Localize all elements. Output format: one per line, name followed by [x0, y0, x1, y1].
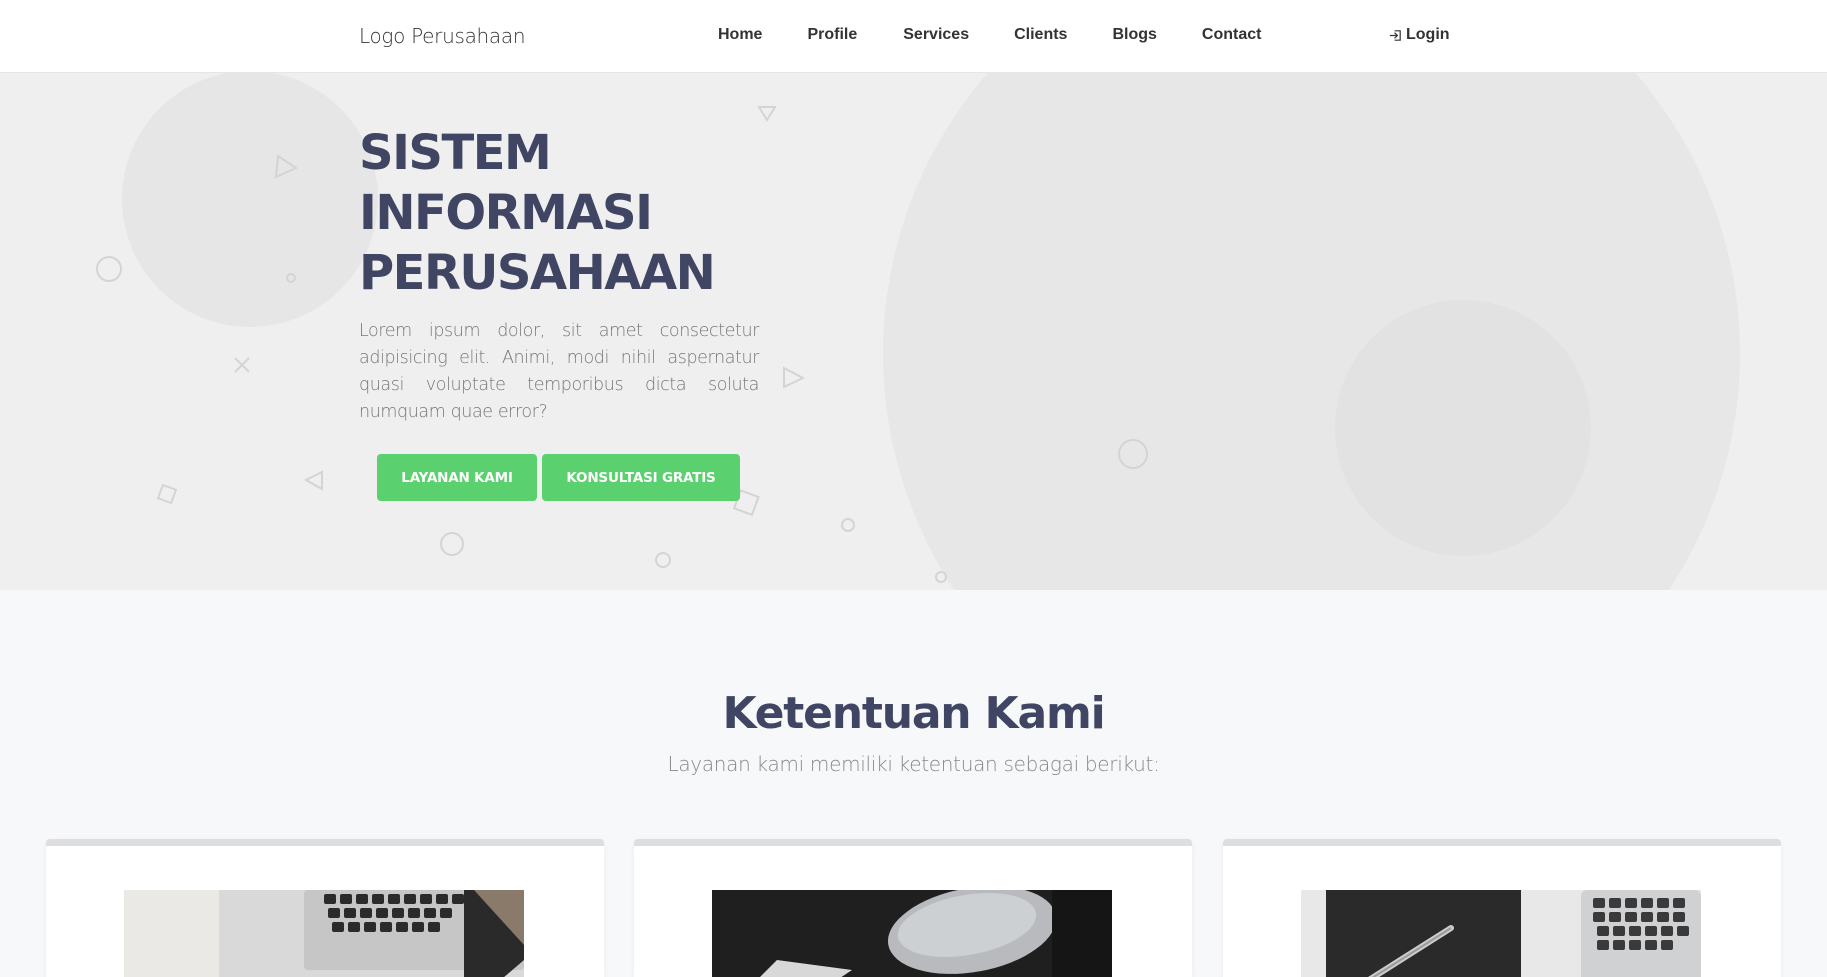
- card-2: [634, 839, 1192, 977]
- ketentuan-section: Ketentuan Kami Layanan kami memiliki ket…: [0, 590, 1827, 977]
- hero-title-line: INFORMASI: [359, 185, 653, 241]
- circle-shape: [841, 518, 855, 532]
- decorative-shapes: [96, 106, 1148, 583]
- circle-shape: [935, 571, 947, 583]
- nav-clients[interactable]: Clients: [1014, 26, 1067, 44]
- circle-shape: [1118, 439, 1148, 469]
- nav-contact[interactable]: Contact: [1202, 26, 1262, 44]
- circle-shape: [655, 552, 671, 568]
- layanan-kami-button[interactable]: LAYANAN KAMI: [377, 454, 537, 501]
- hero-section: SISTEM INFORMASI PERUSAHAAN Lorem ipsum …: [0, 73, 1827, 590]
- keyboard-mouse-image: [712, 890, 1112, 977]
- navbar: Logo Perusahaan Home Profile Services Cl…: [0, 0, 1827, 73]
- notebook-pen-image: [1301, 890, 1701, 977]
- triangle-shape: [274, 154, 299, 179]
- konsultasi-gratis-button[interactable]: KONSULTASI GRATIS: [542, 454, 740, 501]
- nav-home[interactable]: Home: [718, 26, 762, 44]
- circle-shape: [286, 273, 296, 283]
- hero-title: SISTEM INFORMASI PERUSAHAAN: [359, 123, 759, 303]
- brand-logo[interactable]: Logo Perusahaan: [359, 24, 526, 48]
- triangle-shape: [757, 106, 777, 122]
- card-3: [1223, 839, 1781, 977]
- nav-services[interactable]: Services: [903, 26, 969, 44]
- cross-shape: [234, 357, 250, 373]
- nav-blogs[interactable]: Blogs: [1112, 26, 1156, 44]
- login-label: Login: [1406, 26, 1450, 43]
- main-nav: Home Profile Services Clients Blogs Cont…: [718, 26, 1307, 44]
- circle-shape: [96, 256, 122, 282]
- section-title: Ketentuan Kami: [722, 688, 1106, 739]
- square-shape: [156, 483, 178, 505]
- login-icon: [1389, 29, 1401, 41]
- hero-title-line: PERUSAHAAN: [359, 245, 716, 301]
- triangle-shape: [303, 470, 323, 491]
- nav-profile[interactable]: Profile: [807, 26, 857, 44]
- card-1: [46, 839, 604, 977]
- circle-shape: [440, 532, 464, 556]
- section-subtitle: Layanan kami memiliki ketentuan sebagai …: [667, 752, 1160, 776]
- login-link[interactable]: Login: [1388, 26, 1450, 44]
- hero-title-line: SISTEM: [359, 125, 552, 181]
- hero-description: Lorem ipsum dolor, sit amet consectetur …: [359, 321, 759, 422]
- triangle-shape: [783, 366, 806, 389]
- laptop-image: [124, 890, 524, 977]
